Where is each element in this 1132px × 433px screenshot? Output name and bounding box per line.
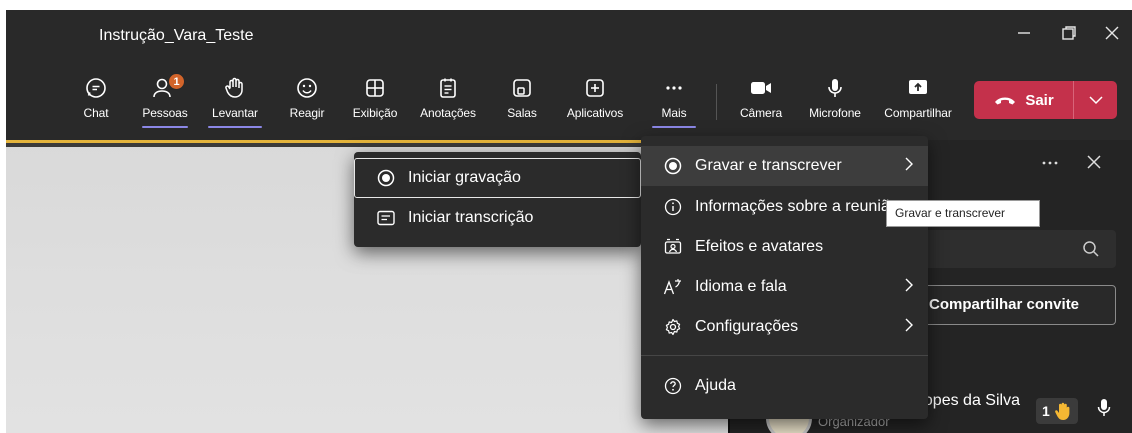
help-label: Ajuda <box>695 377 736 394</box>
stage-top-shadow <box>6 143 728 147</box>
raise-hand-label: Levantar <box>212 106 258 120</box>
people-label: Pessoas <box>142 106 188 120</box>
language-label: Idioma e fala <box>695 278 787 295</box>
record-submenu: Iniciar gravação Iniciar transcrição <box>354 152 641 247</box>
gear-icon <box>661 318 685 336</box>
more-dots-icon <box>1042 161 1058 165</box>
rooms-icon <box>513 79 531 97</box>
people-button[interactable]: 1 Pessoas <box>138 72 192 128</box>
close-window-button[interactable] <box>1094 20 1130 50</box>
add-app-icon <box>586 79 604 97</box>
menu-item-record-transcribe[interactable]: Gravar e transcrever <box>641 146 928 186</box>
panel-close-button[interactable] <box>1085 153 1103 176</box>
notes-label: Anotações <box>420 106 476 120</box>
start-transcription-item[interactable]: Iniciar transcrição <box>354 198 641 238</box>
camera-label: Câmera <box>739 106 783 120</box>
effects-icon <box>661 238 685 256</box>
raise-active-underline <box>208 126 262 128</box>
meeting-title: Instrução_Vara_Teste <box>99 27 254 44</box>
share-invite-button[interactable]: Compartilhar convite <box>912 285 1116 325</box>
chat-button[interactable]: Chat <box>76 72 116 128</box>
more-dots-icon <box>666 86 682 90</box>
menu-item-help[interactable]: Ajuda <box>641 366 928 406</box>
people-count-badge: 1 <box>168 73 185 90</box>
effects-label: Efeitos e avatares <box>695 238 824 255</box>
leave-button[interactable]: Sair <box>974 81 1073 119</box>
record-icon <box>661 157 685 175</box>
info-icon <box>661 198 685 216</box>
chat-icon <box>86 78 106 98</box>
view-button[interactable]: Exibição <box>346 72 404 128</box>
menu-item-settings[interactable]: Configurações <box>641 307 928 347</box>
chevron-right-icon <box>904 156 914 177</box>
notes-icon <box>440 78 456 98</box>
react-button[interactable]: Reagir <box>282 72 332 128</box>
people-active-underline <box>142 126 188 128</box>
share-button[interactable]: Compartilhar <box>876 72 960 128</box>
smile-icon <box>297 78 317 98</box>
hang-up-icon <box>995 97 1016 105</box>
start-transcription-label: Iniciar transcrição <box>408 209 534 226</box>
menu-item-language[interactable]: Idioma e fala <box>641 267 928 307</box>
raised-hand-badge: 1 <box>1036 398 1078 424</box>
minimize-icon <box>1018 32 1030 34</box>
menu-item-effects[interactable]: Efeitos e avatares <box>641 227 928 267</box>
grid-icon <box>366 79 384 97</box>
settings-label: Configurações <box>695 318 799 335</box>
raise-hand-button[interactable]: Levantar <box>204 72 266 128</box>
close-icon <box>1087 155 1101 169</box>
camera-icon <box>751 82 771 94</box>
menu-item-meeting-info[interactable]: Informações sobre a reunião <box>641 187 928 227</box>
raised-hand-count: 1 <box>1042 403 1050 419</box>
close-icon <box>1105 26 1119 40</box>
search-icon <box>1082 240 1100 263</box>
chevron-down-icon <box>1088 96 1103 105</box>
more-active-underline <box>652 126 696 128</box>
microphone-label: Microfone <box>809 106 861 120</box>
toolbar-divider <box>716 84 717 120</box>
start-recording-label: Iniciar gravação <box>408 169 521 186</box>
chat-label: Chat <box>83 106 109 120</box>
microphone-button[interactable]: Microfone <box>800 72 870 128</box>
hand-icon <box>225 77 243 98</box>
share-screen-icon <box>909 80 927 94</box>
meeting-toolbar: Chat 1 Pessoas Levantar Reagir Exibição … <box>6 60 1132 140</box>
more-menu: Gravar e transcrever Informações sobre a… <box>641 136 928 419</box>
rooms-button[interactable]: Salas <box>500 72 544 128</box>
meeting-info-label: Informações sobre a reunião <box>695 198 899 215</box>
more-label: Mais <box>661 106 687 120</box>
title-bar: Instrução_Vara_Teste <box>6 10 1132 60</box>
view-label: Exibição <box>352 106 398 120</box>
leave-options-button[interactable] <box>1074 81 1117 119</box>
apps-button[interactable]: Aplicativos <box>558 72 632 128</box>
maximize-button[interactable] <box>1051 20 1087 50</box>
panel-more-button[interactable] <box>1040 153 1060 178</box>
chevron-right-icon <box>904 277 914 298</box>
leave-label: Sair <box>1025 91 1054 109</box>
language-icon <box>661 278 685 296</box>
react-label: Reagir <box>289 106 325 120</box>
more-button[interactable]: Mais <box>652 72 696 128</box>
menu-divider <box>641 355 928 356</box>
transcript-icon <box>374 210 398 226</box>
minimize-button[interactable] <box>1006 20 1042 50</box>
record-icon <box>374 169 398 187</box>
microphone-icon <box>828 79 842 97</box>
restore-icon <box>1062 26 1076 40</box>
start-recording-item[interactable]: Iniciar gravação <box>354 158 641 198</box>
chevron-right-icon <box>904 317 914 338</box>
participant-mic-icon <box>1097 398 1111 423</box>
leave-button-group: Sair <box>974 81 1117 119</box>
participant-name: Lopes da Silva <box>915 392 1020 409</box>
camera-button[interactable]: Câmera <box>734 72 788 128</box>
notes-button[interactable]: Anotações <box>412 72 484 128</box>
raised-hand-icon <box>1054 402 1070 420</box>
share-label: Compartilhar <box>884 106 952 120</box>
apps-label: Aplicativos <box>566 106 624 120</box>
help-icon <box>661 377 685 395</box>
rooms-label: Salas <box>507 106 537 120</box>
record-transcribe-label: Gravar e transcrever <box>695 157 842 174</box>
tooltip: Gravar e transcrever <box>886 200 1040 227</box>
